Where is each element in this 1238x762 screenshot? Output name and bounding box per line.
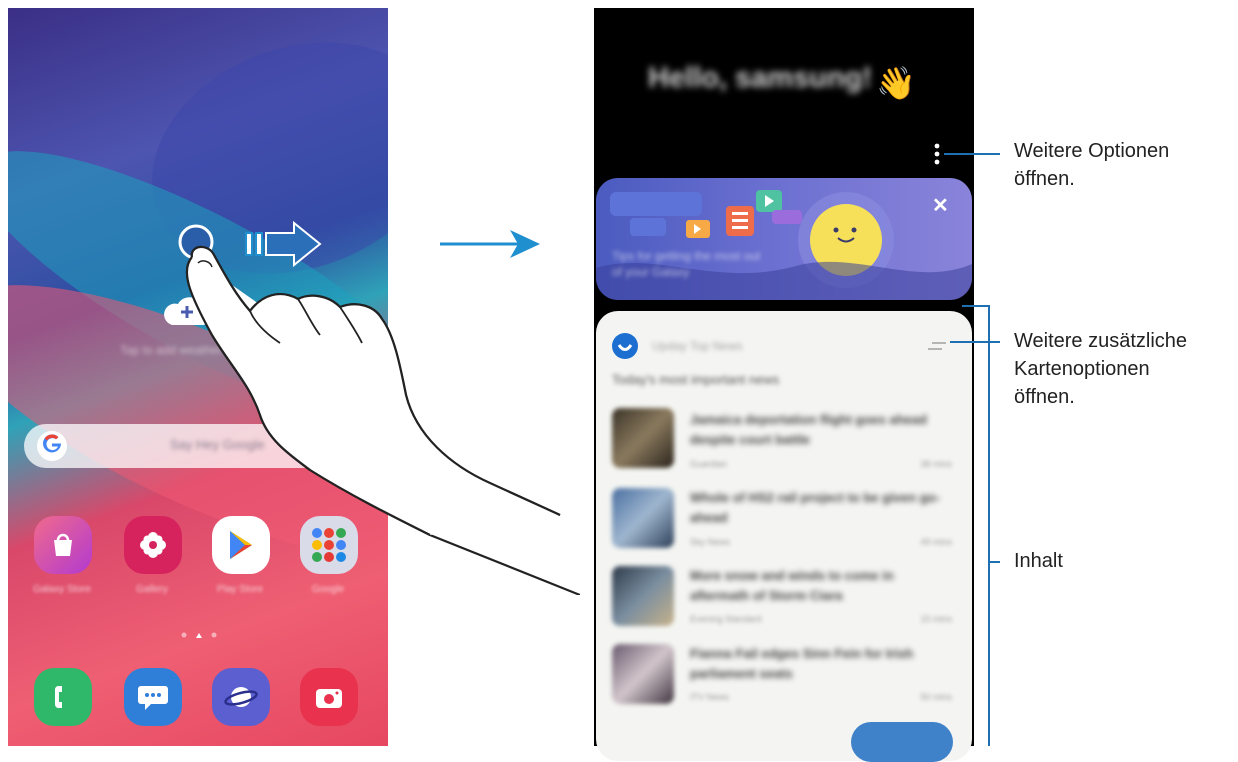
more-options-icon[interactable] xyxy=(932,143,942,165)
internet-app[interactable] xyxy=(212,668,270,726)
news-thumbnail xyxy=(612,488,674,548)
news-heading: Today's most important news xyxy=(612,372,780,387)
callout-leader-line xyxy=(988,561,1000,563)
google-icon xyxy=(37,431,67,461)
shopping-bag-icon xyxy=(54,533,72,556)
internet-icon xyxy=(224,687,258,707)
news-source-label: Upday Top News xyxy=(652,339,743,353)
callout-more-options: Weitere Optionen öffnen. xyxy=(1014,137,1169,193)
tips-illustration xyxy=(596,190,972,300)
swipe-gesture-illustration xyxy=(178,220,580,595)
waving-hand-icon: 👋 xyxy=(876,65,916,101)
card-options-icon[interactable] xyxy=(926,341,948,351)
news-thumbnail xyxy=(612,644,674,704)
news-time: 38 mins xyxy=(920,459,952,469)
app-label: Galaxy Store xyxy=(33,584,91,595)
news-source: ITV News xyxy=(690,692,730,702)
see-more-button[interactable] xyxy=(851,722,953,762)
callout-card-options: Weitere zusätzliche Kartenoptionen öffne… xyxy=(1014,327,1187,411)
news-source: Sky News xyxy=(690,537,731,547)
news-thumbnail xyxy=(612,566,674,626)
news-source: Guardian xyxy=(690,459,728,469)
news-time: 50 mins xyxy=(920,692,952,702)
transition-arrow-icon xyxy=(440,230,540,258)
news-title[interactable]: Fianna Fail edges Sinn Fein for Irish pa… xyxy=(690,644,950,684)
galaxy-store-app[interactable] xyxy=(34,516,92,574)
news-meta: Guardian 38 mins xyxy=(690,459,952,469)
tips-card[interactable] xyxy=(596,178,972,300)
news-source: Evening Standard xyxy=(690,614,762,624)
callout-text-line: Weitere Optionen xyxy=(1014,140,1170,162)
news-title[interactable]: More snow and winds to come in aftermath… xyxy=(690,566,950,606)
callout-text-line: öffnen. xyxy=(1014,386,1075,408)
news-meta: Sky News 49 mins xyxy=(690,537,952,547)
callout-text-line: Weitere zusätzliche xyxy=(1014,330,1188,352)
messages-app[interactable] xyxy=(124,668,182,726)
news-meta: Evening Standard 15 mins xyxy=(690,614,952,624)
news-meta: ITV News 50 mins xyxy=(690,692,952,702)
home-page-indicator xyxy=(181,632,217,638)
callout-leader-line xyxy=(944,153,1000,155)
swipe-right-arrow xyxy=(245,220,322,268)
news-title[interactable]: Jamaica deportation flight goes ahead de… xyxy=(690,410,950,450)
callout-text-line: öffnen. xyxy=(1014,168,1075,190)
messages-icon xyxy=(138,686,168,710)
camera-app[interactable] xyxy=(300,668,358,726)
phone-app[interactable] xyxy=(34,668,92,726)
tips-card-text: Tips for getting the most out of your Ga… xyxy=(612,249,761,279)
news-time: 49 mins xyxy=(920,537,952,547)
news-time: 15 mins xyxy=(920,614,952,624)
phone-icon xyxy=(55,686,62,708)
news-title[interactable]: Whole of HS2 rail project to be given go… xyxy=(690,488,950,528)
news-thumbnail xyxy=(612,408,674,468)
close-icon[interactable]: ✕ xyxy=(932,193,949,218)
upday-logo-icon xyxy=(612,333,638,359)
callout-content: Inhalt xyxy=(1014,550,1063,572)
greeting-text: Hello, samsung! xyxy=(648,62,872,94)
camera-icon xyxy=(316,689,342,708)
callout-text-line: Kartenoptionen xyxy=(1014,358,1150,380)
content-bracket-vertical xyxy=(988,305,990,746)
callout-leader-line xyxy=(950,341,1000,343)
content-bracket-top xyxy=(962,305,990,307)
